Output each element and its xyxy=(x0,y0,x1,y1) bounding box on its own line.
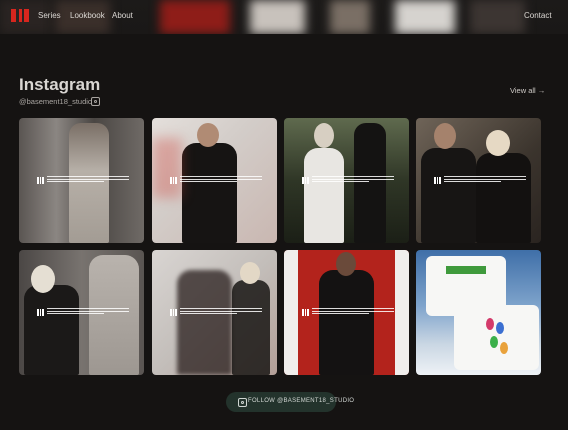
photo-figure xyxy=(31,265,55,293)
instagram-post[interactable] xyxy=(416,118,541,243)
nav-link-about[interactable]: About xyxy=(112,11,133,20)
post-overlay-text xyxy=(434,176,526,186)
instagram-post[interactable] xyxy=(284,118,409,243)
instagram-icon[interactable] xyxy=(91,97,100,106)
top-navigation: Series Lookbook About Contact xyxy=(0,0,568,34)
photo-figure xyxy=(490,336,498,348)
photo-figure xyxy=(319,270,374,375)
brand-logo[interactable] xyxy=(11,9,29,22)
instagram-handle[interactable]: @basement18_studio xyxy=(19,97,92,106)
instagram-post[interactable] xyxy=(284,250,409,375)
section-title: Instagram xyxy=(19,75,101,94)
photo-figure xyxy=(240,262,260,284)
post-overlay-text xyxy=(302,176,394,186)
hero-strip xyxy=(330,0,370,34)
hero-strip xyxy=(470,0,525,34)
hero-strip xyxy=(395,0,455,34)
photo-figure xyxy=(395,250,409,375)
instagram-icon xyxy=(238,398,247,407)
photo-figure xyxy=(486,318,494,330)
photo-figure xyxy=(314,123,334,148)
photo-figure xyxy=(434,123,456,149)
instagram-post[interactable] xyxy=(152,118,277,243)
follow-instagram-button[interactable]: FOLLOW @BASEMENT18_STUDIO xyxy=(226,392,354,412)
nav-link-lookbook[interactable]: Lookbook xyxy=(70,11,105,20)
photo-figure xyxy=(152,138,182,198)
follow-button-label: FOLLOW @BASEMENT18_STUDIO xyxy=(248,398,355,404)
post-overlay-text xyxy=(302,308,394,318)
photo-figure xyxy=(232,280,270,375)
photo-figure xyxy=(284,250,298,375)
view-all-link[interactable]: View all → xyxy=(510,86,545,95)
photo-figure xyxy=(182,143,237,243)
nav-link-series[interactable]: Series xyxy=(38,11,61,20)
photo-figure xyxy=(24,285,79,375)
photo-figure xyxy=(446,266,486,274)
hero-strip xyxy=(160,0,230,34)
photo-figure xyxy=(336,252,356,276)
post-overlay-text xyxy=(37,308,129,318)
photo-figure xyxy=(304,148,344,243)
hero-strip xyxy=(250,0,305,34)
photo-figure xyxy=(177,270,232,375)
post-overlay-text xyxy=(170,176,262,186)
photo-figure xyxy=(476,153,531,243)
instagram-post[interactable] xyxy=(416,250,541,375)
post-overlay-text xyxy=(170,308,262,318)
photo-figure xyxy=(486,130,510,156)
instagram-post[interactable] xyxy=(19,250,144,375)
photo-figure xyxy=(421,148,476,243)
nav-link-contact[interactable]: Contact xyxy=(524,11,552,20)
photo-figure xyxy=(197,123,219,147)
post-overlay-text xyxy=(37,176,129,186)
photo-figure xyxy=(500,342,508,354)
instagram-post[interactable] xyxy=(19,118,144,243)
instagram-post[interactable] xyxy=(152,250,277,375)
photo-figure xyxy=(496,322,504,334)
handle-text: @basement18_studio xyxy=(19,97,93,106)
